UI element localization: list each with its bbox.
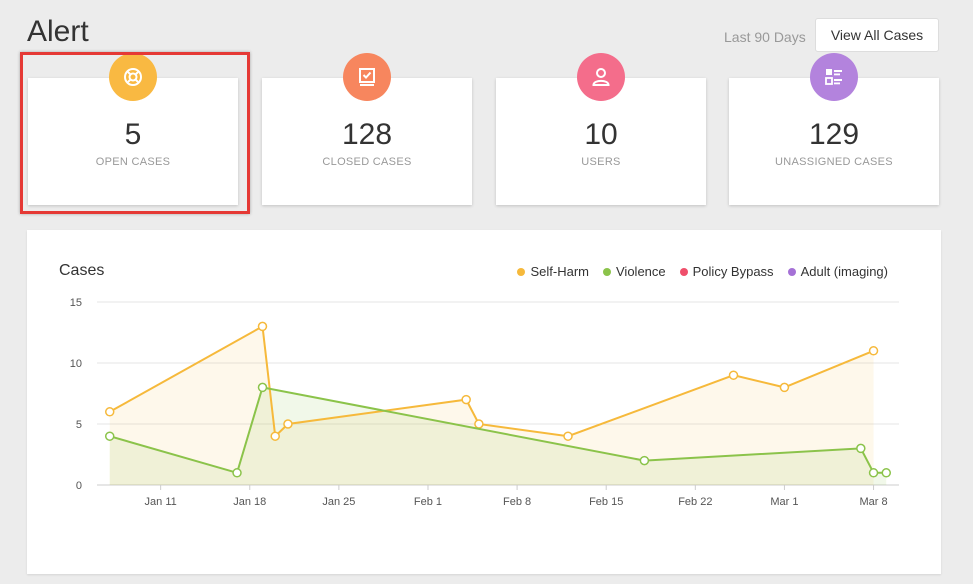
- unassigned-cases-count: 129: [808, 118, 860, 151]
- y-tick-label: 5: [76, 419, 82, 431]
- user-icon: [577, 53, 625, 101]
- y-tick-label: 15: [70, 297, 82, 309]
- unassigned-cases-card[interactable]: 129 UNASSIGNED CASES: [729, 53, 939, 205]
- data-point-self-harm: [461, 394, 471, 405]
- users-count: 10: [584, 118, 618, 151]
- data-point-self-harm: [474, 419, 484, 429]
- closed-cases-count: 128: [341, 118, 393, 151]
- users-label: USERS: [581, 156, 621, 168]
- cases-line-chart: 0 5 10 15 Jan 11 Jan 18 Jan 25 Feb 1 Feb 8 Feb 15…: [70, 297, 899, 508]
- data-point-self-harm: [728, 370, 739, 380]
- unassigned-cases-label: UNASSIGNED CASES: [775, 156, 893, 168]
- x-tick-label: Feb 22: [678, 496, 712, 508]
- x-tick-label: Feb 8: [503, 496, 531, 508]
- lifebuoy-icon: [109, 53, 157, 101]
- data-point-self-harm: [283, 419, 293, 429]
- data-point-violence: [856, 443, 866, 454]
- x-tick-label: Feb 15: [589, 496, 623, 508]
- list-icon: [810, 53, 858, 101]
- open-cases-count: 5: [124, 118, 142, 151]
- cases-chart-panel: Cases Self-Harm Violence Policy Bypass A…: [27, 230, 941, 574]
- open-cases-card[interactable]: 5 OPEN CASES: [28, 53, 238, 205]
- data-point-violence: [232, 468, 242, 478]
- data-point-self-harm: [563, 431, 573, 441]
- x-tick-label: Feb 1: [414, 496, 442, 508]
- x-tick-label: Jan 11: [145, 496, 177, 508]
- data-point-violence: [881, 468, 892, 478]
- y-tick-label: 10: [70, 358, 82, 370]
- y-tick-label: 0: [76, 480, 82, 492]
- page-title: Alert: [27, 15, 89, 48]
- closed-cases-label: CLOSED CASES: [322, 156, 412, 168]
- data-point-violence: [639, 455, 650, 466]
- data-point-self-harm: [779, 382, 790, 393]
- data-point-self-harm: [104, 407, 115, 417]
- checkbox-icon: [343, 53, 391, 101]
- data-point-self-harm: [270, 431, 280, 441]
- open-cases-label: OPEN CASES: [95, 156, 171, 168]
- x-tick-label: Jan 18: [233, 496, 266, 508]
- date-range-label: Last 90 Days: [724, 29, 806, 45]
- data-point-violence: [868, 468, 879, 478]
- data-point-violence: [257, 382, 268, 393]
- closed-cases-card[interactable]: 128 CLOSED CASES: [262, 53, 472, 205]
- x-tick-label: Mar 1: [770, 496, 798, 508]
- x-tick-label: Jan 25: [322, 496, 355, 508]
- users-card[interactable]: 10 USERS: [496, 53, 706, 205]
- data-point-self-harm: [868, 346, 879, 356]
- data-point-self-harm: [257, 321, 268, 332]
- view-all-cases-button[interactable]: View All Cases: [815, 18, 939, 52]
- data-point-violence: [104, 431, 115, 441]
- x-tick-label: Mar 8: [859, 496, 887, 508]
